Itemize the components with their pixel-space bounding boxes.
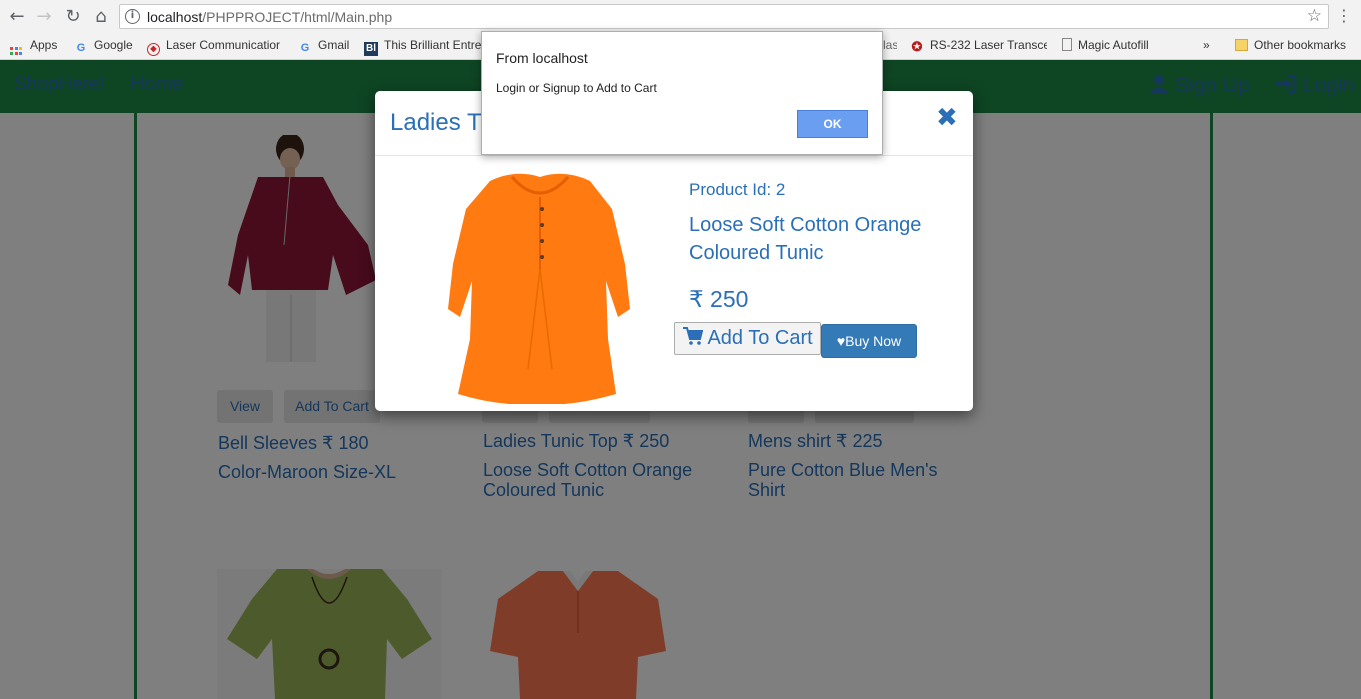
modal-add-to-cart-button[interactable]: Add To Cart xyxy=(674,322,821,355)
home-icon[interactable]: ⌂ xyxy=(90,6,112,28)
bookmark-google[interactable]: G Google xyxy=(74,38,133,56)
bookmark-other[interactable]: Other bookmarks xyxy=(1235,38,1346,56)
google-icon: G xyxy=(300,42,310,54)
heart-icon: ♥ xyxy=(836,333,846,349)
bookmark-magic-autofill[interactable]: Magic Autofill xyxy=(1062,38,1149,56)
product-id: Product Id: 2 xyxy=(689,180,786,199)
bookmark-gmail[interactable]: G Gmail xyxy=(298,38,350,56)
folder-icon xyxy=(1235,39,1248,51)
bookmark-laser-communication[interactable]: ◆ Laser Communicatior xyxy=(147,38,284,56)
product-name: Loose Soft Cotton Orange Coloured Tunic xyxy=(689,214,922,264)
buy-now-button[interactable]: ♥Buy Now xyxy=(821,324,917,358)
shopping-cart-icon xyxy=(683,327,704,345)
alert-ok-button[interactable]: OK xyxy=(797,110,868,138)
address-bar[interactable]: i localhost/PHPPROJECT/html/Main.php ☆ xyxy=(119,4,1329,29)
bookmark-rs232[interactable]: ✪ RS-232 Laser Transce xyxy=(910,38,1047,56)
bookmark-star-icon[interactable]: ☆ xyxy=(1307,6,1322,26)
reload-icon[interactable]: ↻ xyxy=(62,6,84,28)
browser-toolbar: ← → ↻ ⌂ i localhost/PHPPROJECT/html/Main… xyxy=(0,0,1361,33)
google-icon: G xyxy=(76,42,86,54)
back-arrow-icon[interactable]: ← xyxy=(6,6,28,28)
bookmark-apps[interactable]: Apps xyxy=(10,38,57,56)
bookmarks-overflow-chevron[interactable]: » xyxy=(1203,38,1210,56)
browser-menu-icon[interactable]: ⋮ xyxy=(1336,6,1352,25)
close-icon[interactable]: ✖ xyxy=(936,103,958,133)
shield-icon: ◆ xyxy=(147,43,160,56)
robot-icon: ✪ xyxy=(911,39,923,54)
info-icon[interactable]: i xyxy=(125,9,140,24)
page-icon xyxy=(1062,38,1072,51)
forward-arrow-icon[interactable]: → xyxy=(33,6,55,28)
modal-title: Ladies T xyxy=(390,109,482,136)
product-price: ₹ 250 xyxy=(689,286,749,312)
modal-product-image xyxy=(420,169,660,405)
bookmark-brilliant[interactable]: Bl This Brilliant Entre xyxy=(364,38,481,56)
alert-title: From localhost xyxy=(496,50,588,66)
alert-message: Login or Signup to Add to Cart xyxy=(496,81,657,95)
url-text[interactable]: localhost/PHPPROJECT/html/Main.php xyxy=(147,9,392,25)
brilliant-icon: Bl xyxy=(364,42,378,56)
apps-grid-icon xyxy=(10,47,22,56)
bookmark-partial[interactable]: las xyxy=(883,38,897,56)
alert-dialog: From localhost Login or Signup to Add to… xyxy=(481,31,883,155)
